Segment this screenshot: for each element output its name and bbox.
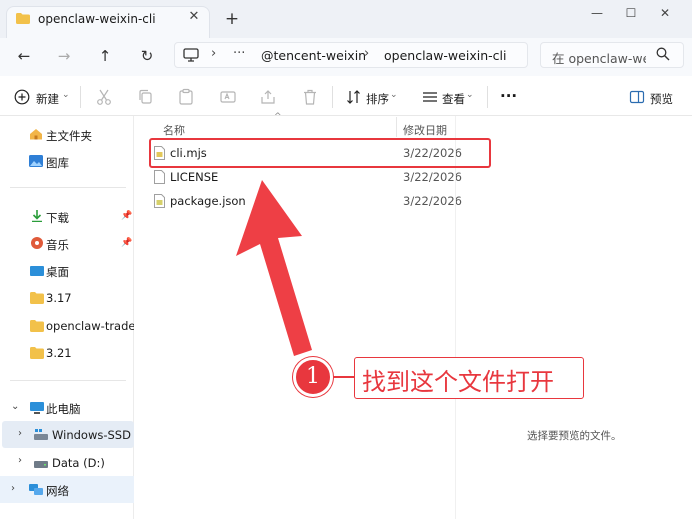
- monitor-icon: [183, 48, 199, 62]
- close-window-button[interactable]: ✕: [652, 5, 678, 21]
- preview-pane-divider: [455, 116, 456, 519]
- copy-icon[interactable]: [137, 88, 155, 106]
- gallery-icon: [29, 155, 43, 167]
- chevron-down-icon: ⌄: [466, 90, 474, 100]
- breadcrumb-separator: ›: [364, 46, 370, 61]
- annotation-label: 找到这个文件打开: [362, 368, 554, 396]
- tab-title: openclaw-weixin-cli: [38, 12, 156, 26]
- network-icon: [29, 484, 43, 495]
- search-icon: [656, 47, 670, 61]
- sort-up-icon: ^: [274, 112, 282, 122]
- breadcrumb-more-button[interactable]: ···: [233, 46, 245, 61]
- sidebar-item-folder-3-17[interactable]: 3.17: [46, 291, 72, 305]
- breadcrumb-openclaw-weixin-cli[interactable]: openclaw-weixin-cli: [384, 48, 506, 63]
- new-button[interactable]: 新建: [36, 91, 59, 107]
- share-icon[interactable]: [259, 88, 277, 106]
- music-icon: [31, 237, 43, 249]
- download-icon: [32, 210, 42, 222]
- divider: [10, 380, 126, 381]
- folder-icon: [30, 347, 44, 359]
- refresh-button[interactable]: ↻: [137, 46, 157, 66]
- drive-icon: [34, 461, 48, 468]
- pin-icon: 📌: [121, 211, 133, 221]
- file-name: LICENSE: [170, 170, 219, 184]
- windows-drive-icon: [34, 429, 48, 440]
- pc-icon: [30, 402, 44, 414]
- more-options-button[interactable]: ···: [500, 87, 517, 105]
- annotation-arrow: [236, 180, 312, 356]
- sidebar-item-downloads[interactable]: 下载: [46, 210, 69, 226]
- minimize-button[interactable]: —: [584, 5, 610, 21]
- chevron-down-icon: ⌄: [62, 90, 70, 100]
- plus-circle-icon: [14, 89, 30, 105]
- sidebar-item-openclaw-trade[interactable]: openclaw-trade-e: [46, 319, 134, 333]
- chevron-down-icon[interactable]: ⌄: [11, 401, 19, 412]
- up-button[interactable]: ↑: [95, 46, 115, 66]
- preview-pane-icon: [629, 90, 645, 104]
- chevron-right-icon[interactable]: ›: [18, 455, 22, 466]
- column-header-modified[interactable]: 修改日期: [403, 122, 447, 138]
- sidebar-item-home[interactable]: 主文件夹: [46, 128, 92, 144]
- forward-button[interactable]: →: [54, 46, 74, 66]
- sidebar-item-this-pc[interactable]: 此电脑: [46, 401, 81, 417]
- sidebar-item-data-drive[interactable]: Data (D:): [52, 456, 105, 470]
- sort-button[interactable]: 排序: [366, 91, 389, 107]
- file-icon: [154, 170, 165, 184]
- folder-icon: [30, 320, 44, 332]
- delete-icon[interactable]: [301, 88, 319, 106]
- new-tab-button[interactable]: +: [224, 11, 240, 28]
- chevron-right-icon[interactable]: ›: [18, 428, 22, 439]
- breadcrumb-separator: ›: [211, 46, 217, 61]
- search-input[interactable]: 在 openclaw-weixin-cli 中搜索: [552, 48, 646, 67]
- sidebar-item-gallery[interactable]: 图库: [46, 155, 69, 171]
- toolbar-divider: [487, 86, 488, 108]
- sidebar-item-music[interactable]: 音乐: [46, 237, 69, 253]
- chevron-down-icon: ⌄: [390, 90, 398, 100]
- highlight-box: [149, 138, 491, 168]
- divider: [10, 187, 126, 188]
- home-icon: [30, 129, 42, 140]
- preview-button[interactable]: 预览: [650, 91, 673, 107]
- preview-hint: 选择要预览的文件。: [527, 430, 622, 442]
- view-button[interactable]: 查看: [442, 91, 465, 107]
- breadcrumb-tencent-weixin[interactable]: @tencent-weixin: [261, 48, 366, 63]
- folder-icon: [16, 13, 30, 24]
- sort-icon: [347, 90, 360, 104]
- chevron-right-icon[interactable]: ›: [11, 483, 15, 494]
- sidebar-item-network[interactable]: 网络: [46, 483, 69, 499]
- file-date: 3/22/2026: [403, 170, 462, 184]
- view-icon: [423, 92, 437, 102]
- paste-icon[interactable]: [177, 88, 195, 106]
- close-tab-icon[interactable]: ✕: [186, 9, 202, 25]
- file-date: 3/22/2026: [403, 194, 462, 208]
- column-divider: [396, 117, 397, 137]
- cut-icon[interactable]: [95, 88, 113, 106]
- back-button[interactable]: ←: [14, 46, 34, 66]
- annotation-connector: [333, 376, 355, 378]
- desktop-icon: [30, 266, 44, 276]
- toolbar-divider: [80, 86, 81, 108]
- rename-icon[interactable]: [219, 88, 237, 106]
- sidebar-item-desktop[interactable]: 桌面: [46, 264, 69, 280]
- toolbar-divider: [332, 86, 333, 108]
- sidebar-item-folder-3-21[interactable]: 3.21: [46, 346, 72, 360]
- maximize-button[interactable]: ☐: [618, 5, 644, 21]
- folder-icon: [30, 292, 44, 304]
- pin-icon: 📌: [121, 238, 133, 248]
- sidebar-item-windows-ssd[interactable]: Windows-SSD (C: [52, 428, 134, 442]
- json-file-icon: [154, 194, 165, 208]
- column-header-name[interactable]: 名称: [163, 122, 185, 138]
- step-badge: 1: [293, 357, 333, 397]
